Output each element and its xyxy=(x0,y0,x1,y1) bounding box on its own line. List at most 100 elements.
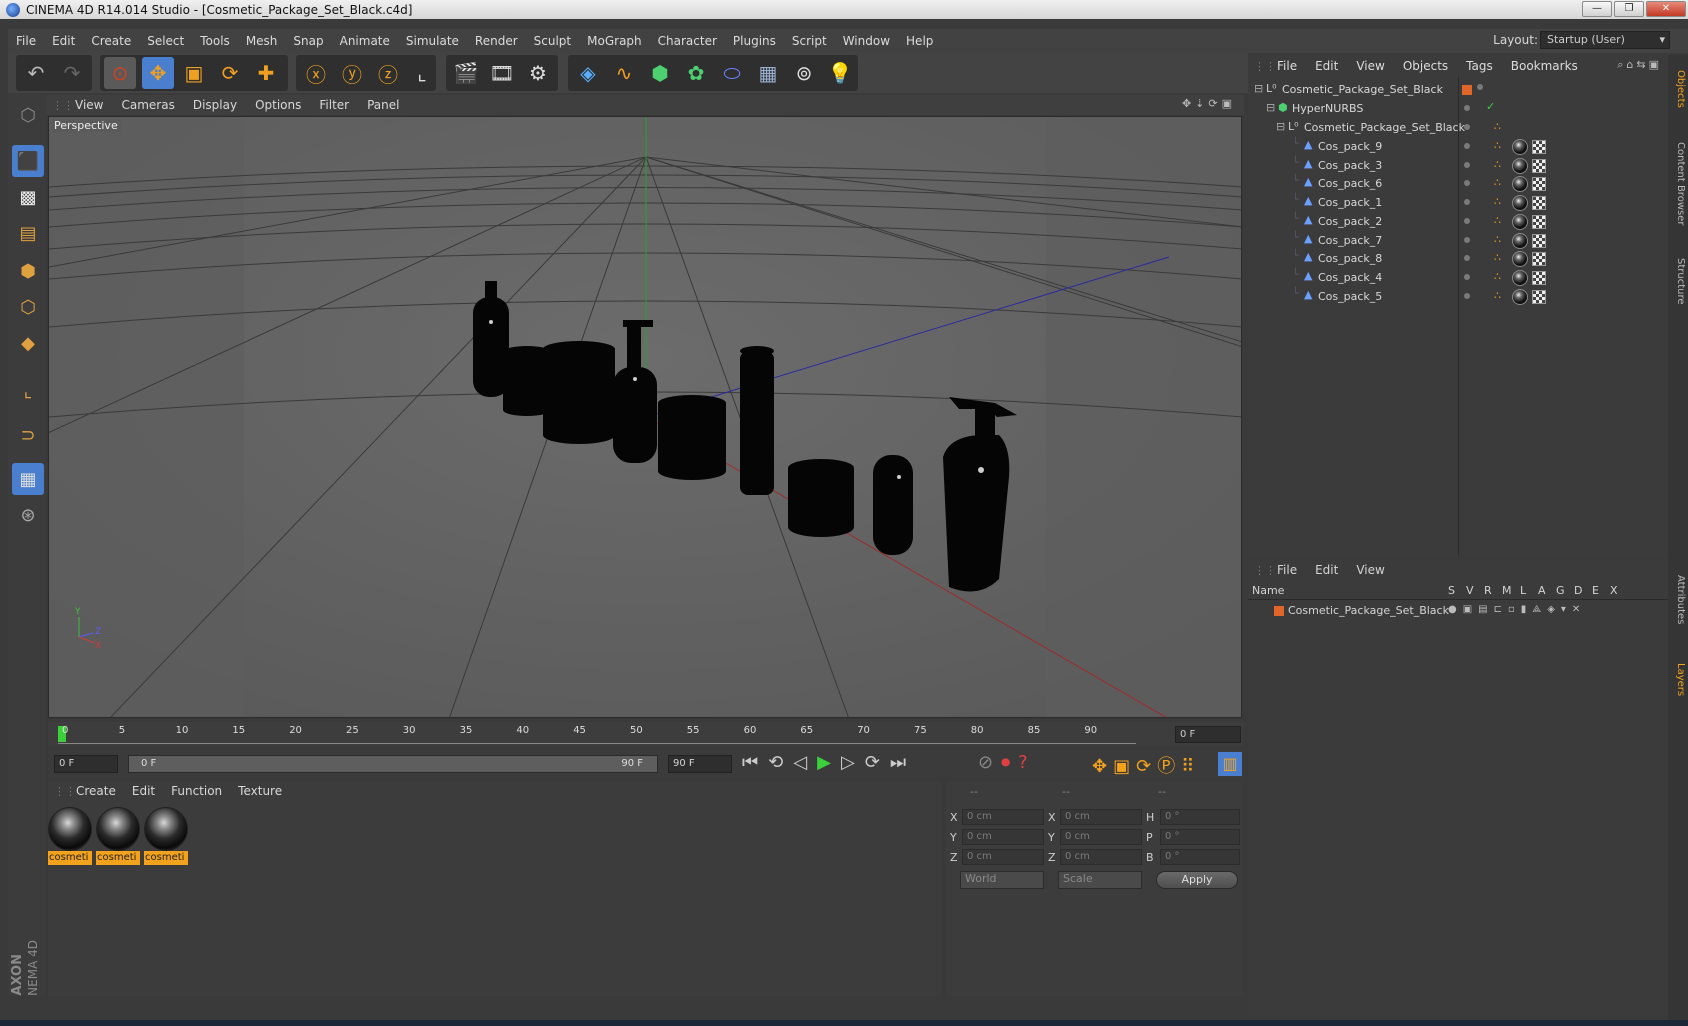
menu-snap[interactable]: Snap xyxy=(285,34,331,48)
object-row[interactable]: ⊟ L⁰ Cosmetic_Package_Set_Black ∴ xyxy=(1248,118,1668,138)
timeline-icon[interactable]: ▥ xyxy=(1218,752,1242,776)
menu-edit[interactable]: Edit xyxy=(44,34,83,48)
object-menu-view[interactable]: View xyxy=(1347,59,1393,73)
phong-tag-icon[interactable]: ∴ xyxy=(1494,233,1501,246)
column-view[interactable]: V xyxy=(1466,584,1474,597)
object-menu-objects[interactable]: Objects xyxy=(1394,59,1457,73)
viewport-nav-icons[interactable]: ✥⇣⟳▣ xyxy=(1182,97,1236,110)
visibility-dot[interactable] xyxy=(1477,84,1483,90)
loop-forward-icon[interactable]: ⟳ xyxy=(865,752,890,773)
points-mode-icon[interactable]: ⬢ xyxy=(12,255,44,287)
column-deformers[interactable]: D xyxy=(1574,584,1582,597)
coordinate-mode-select[interactable]: World xyxy=(960,871,1044,889)
column-render[interactable]: R xyxy=(1484,584,1492,597)
texture-mode-icon[interactable]: ▩ xyxy=(12,181,44,213)
column-generators[interactable]: G xyxy=(1556,584,1565,597)
object-row[interactable]: └ ▲ Cos_pack_5 ∴ xyxy=(1248,287,1668,307)
rotation-b-field[interactable]: 0 ° xyxy=(1160,849,1240,865)
material-menu-function[interactable]: Function xyxy=(163,784,230,798)
z-axis-lock-icon[interactable]: ⓩ xyxy=(372,57,404,89)
key-rotation-icon[interactable]: ⟳ xyxy=(1136,756,1157,777)
light-bulb-icon[interactable]: 💡 xyxy=(824,57,856,89)
menu-character[interactable]: Character xyxy=(650,34,725,48)
apply-button[interactable]: Apply xyxy=(1156,871,1238,889)
visibility-dot[interactable] xyxy=(1464,273,1470,280)
viewport-menu-panel[interactable]: Panel xyxy=(358,98,408,112)
expand-icon[interactable]: ⊟ xyxy=(1276,120,1285,133)
play-icon[interactable]: ▶ xyxy=(817,752,841,773)
start-frame-field[interactable]: 0 F xyxy=(54,755,118,773)
layout-select[interactable]: Startup (User) ▾ xyxy=(1540,31,1670,49)
menu-help[interactable]: Help xyxy=(898,34,941,48)
menu-select[interactable]: Select xyxy=(139,34,192,48)
object-row[interactable]: └ ▲ Cos_pack_2 ∴ xyxy=(1248,212,1668,232)
minimize-button[interactable]: — xyxy=(1582,1,1612,17)
axis-mode-icon[interactable]: ⌞ xyxy=(12,375,44,407)
phong-tag-icon[interactable]: ∴ xyxy=(1494,139,1501,152)
x-axis-lock-icon[interactable]: ⓧ xyxy=(300,57,332,89)
object-row[interactable]: └ ▲ Cos_pack_1 ∴ xyxy=(1248,193,1668,213)
layer-menu-file[interactable]: File xyxy=(1268,563,1306,577)
key-position-icon[interactable]: ✥ xyxy=(1092,756,1113,777)
rotation-h-field[interactable]: 0 ° xyxy=(1160,809,1240,825)
object-row[interactable]: └ ▲ Cos_pack_3 ∴ xyxy=(1248,156,1668,176)
material-tag-icon[interactable] xyxy=(1512,195,1528,212)
object-menu-tags[interactable]: Tags xyxy=(1457,59,1502,73)
size-z-field[interactable]: 0 cm xyxy=(1060,849,1142,865)
phong-tag-icon[interactable]: ∴ xyxy=(1494,158,1501,171)
object-menu-edit[interactable]: Edit xyxy=(1306,59,1347,73)
close-button[interactable]: ✕ xyxy=(1646,1,1686,17)
column-animation[interactable]: A xyxy=(1538,584,1546,597)
material-tag-icon[interactable] xyxy=(1512,139,1528,155)
visibility-dot[interactable] xyxy=(1464,217,1470,224)
camera-icon[interactable]: ⊚ xyxy=(788,57,820,89)
size-y-field[interactable]: 0 cm xyxy=(1060,829,1142,845)
live-selection-icon[interactable]: ⊙ xyxy=(104,57,136,89)
undo-icon[interactable]: ↶ xyxy=(20,57,52,89)
3d-viewport[interactable]: Perspective Y Z X xyxy=(48,116,1242,718)
key-scale-icon[interactable]: ▣ xyxy=(1113,756,1136,777)
menu-sculpt[interactable]: Sculpt xyxy=(526,34,579,48)
render-settings-icon[interactable]: ⚙ xyxy=(522,57,554,89)
visibility-dot[interactable] xyxy=(1464,180,1470,187)
move-tool-icon[interactable]: ✥ xyxy=(142,57,174,89)
material-tag-icon[interactable] xyxy=(1512,232,1528,249)
tab-objects[interactable]: Objects xyxy=(1670,59,1686,119)
auto-key-icon[interactable]: ⊘ xyxy=(978,752,1001,773)
layer-menu-view[interactable]: View xyxy=(1347,563,1393,577)
menu-plugins[interactable]: Plugins xyxy=(725,34,784,48)
object-row[interactable]: ⊟ ⬢ HyperNURBS ✓ xyxy=(1248,99,1668,119)
material-swatch[interactable]: cosmeti xyxy=(96,807,140,865)
material-menu-texture[interactable]: Texture xyxy=(230,784,290,798)
workplane-icon[interactable]: ▤ xyxy=(12,217,44,249)
timeline-ruler[interactable]: 0 5 10 15 20 25 30 35 40 45 50 55 60 65 70 75 80 85 90 0 F xyxy=(48,722,1243,746)
texture-tag-icon[interactable] xyxy=(1532,270,1546,285)
texture-tag-icon[interactable] xyxy=(1532,196,1546,211)
make-editable-icon[interactable]: ⬡ xyxy=(12,99,44,131)
phong-tag-icon[interactable]: ∴ xyxy=(1494,289,1501,302)
render-picture-viewer-icon[interactable]: 🎞 xyxy=(486,57,518,89)
array-icon[interactable]: ✿ xyxy=(680,57,712,89)
scale-tool-icon[interactable]: ▣ xyxy=(178,57,210,89)
viewport-menu-filter[interactable]: Filter xyxy=(310,98,358,112)
viewport-menu-display[interactable]: Display xyxy=(184,98,246,112)
phong-tag-icon[interactable]: ∴ xyxy=(1494,195,1501,208)
redo-icon[interactable]: ↷ xyxy=(56,57,88,89)
current-frame-field[interactable]: 0 F xyxy=(1175,726,1241,743)
column-solo[interactable]: S xyxy=(1448,584,1455,597)
visibility-dot[interactable] xyxy=(1464,161,1470,168)
phong-tag-icon[interactable]: ∴ xyxy=(1494,270,1501,283)
help-key-icon[interactable]: ? xyxy=(1018,752,1036,773)
object-row[interactable]: └ ▲ Cos_pack_8 ∴ xyxy=(1248,249,1668,269)
position-x-field[interactable]: 0 cm xyxy=(962,809,1044,825)
texture-tag-icon[interactable] xyxy=(1532,177,1546,192)
enabled-check-icon[interactable]: ✓ xyxy=(1486,100,1495,113)
render-view-icon[interactable]: 🎬 xyxy=(450,57,482,89)
record-icon[interactable]: ⏺ xyxy=(1001,752,1018,773)
phong-tag-icon[interactable]: ∴ xyxy=(1494,176,1501,189)
sculpt-lock-icon[interactable]: ⊛ xyxy=(12,499,44,531)
frame-range-slider[interactable]: 0 F 90 F xyxy=(128,755,658,773)
model-mode-icon[interactable]: ⬛ xyxy=(12,145,44,177)
object-menu-file[interactable]: File xyxy=(1268,59,1306,73)
restore-button[interactable]: ❐ xyxy=(1614,1,1644,17)
